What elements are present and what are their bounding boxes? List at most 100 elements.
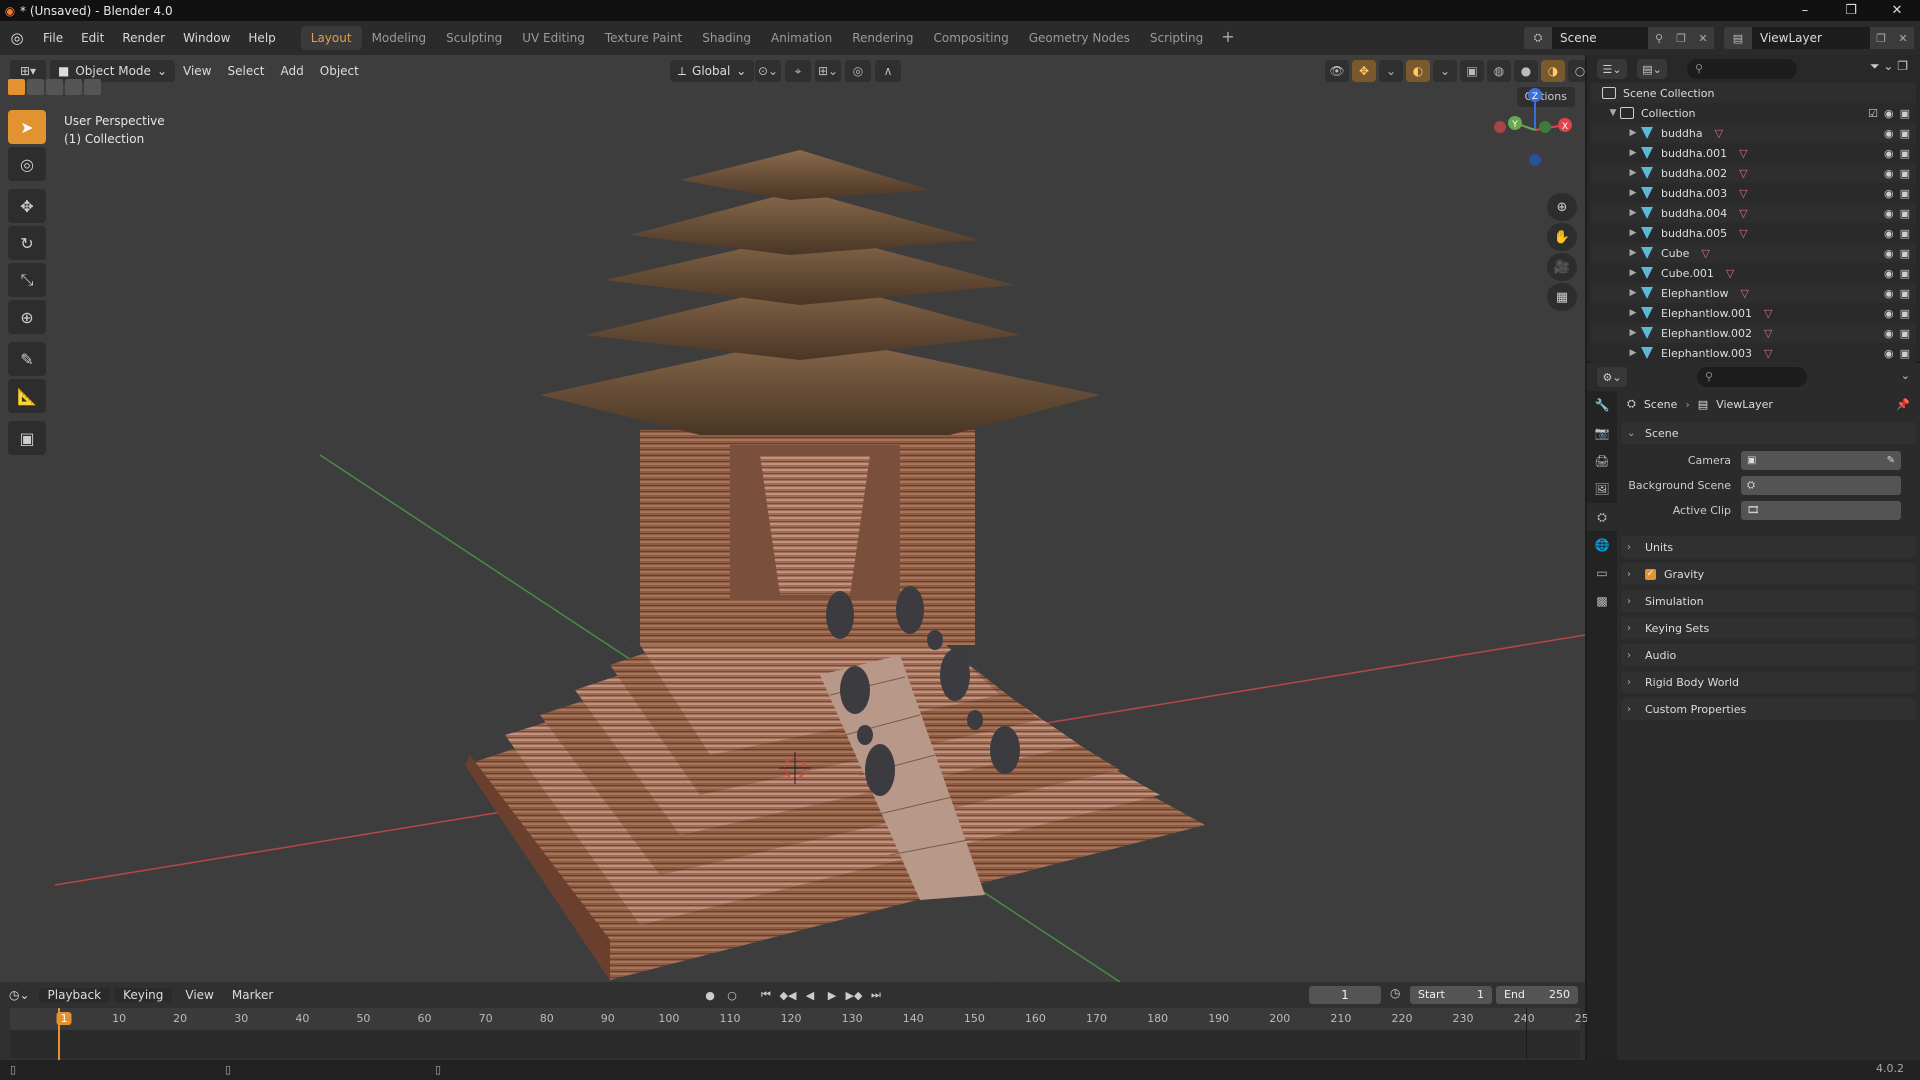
ortho-toggle-icon[interactable]: ▦: [1547, 283, 1577, 311]
menu-edit[interactable]: Edit: [72, 31, 113, 45]
playhead[interactable]: [58, 1008, 60, 1060]
expand-arrow-icon[interactable]: ▶: [1627, 148, 1639, 158]
simulation-panel-header[interactable]: › Simulation: [1621, 590, 1916, 612]
tab-uv-editing[interactable]: UV Editing: [512, 26, 595, 50]
tab-animation[interactable]: Animation: [761, 26, 842, 50]
autokey-icon[interactable]: ○: [722, 986, 742, 1004]
blender-menu-icon[interactable]: ◎: [0, 29, 34, 47]
collection-tab-icon[interactable]: ▭: [1587, 559, 1617, 587]
outliner-object-row[interactable]: ▶ buddha.001 ▽ ◉ ▣: [1591, 143, 1916, 163]
snap-target-icon[interactable]: ⊞⌄: [815, 60, 841, 82]
render-tab-icon[interactable]: 📷: [1587, 419, 1617, 447]
texture-tab-icon[interactable]: ▩: [1587, 587, 1617, 615]
camera-render-icon[interactable]: ▣: [1900, 347, 1910, 360]
tab-scripting[interactable]: Scripting: [1140, 26, 1213, 50]
prev-keyframe-icon[interactable]: ◆◀: [778, 986, 798, 1004]
select-new-icon[interactable]: [8, 79, 25, 95]
timeline-menu-playback[interactable]: Playback: [38, 988, 111, 1002]
menu-render[interactable]: Render: [113, 31, 174, 45]
eye-icon[interactable]: ◉: [1884, 347, 1894, 360]
preview-range-icon[interactable]: ◷: [1390, 986, 1400, 1000]
play-icon[interactable]: ▶: [822, 986, 842, 1004]
tab-shading[interactable]: Shading: [692, 26, 761, 50]
tool-tab-icon[interactable]: 🔧: [1587, 391, 1617, 419]
eye-icon[interactable]: ◉: [1884, 327, 1894, 340]
zoom-icon[interactable]: ⊕: [1547, 193, 1577, 221]
scene-name-field[interactable]: Scene: [1552, 27, 1648, 49]
eye-icon[interactable]: ◉: [1884, 167, 1894, 180]
eye-icon[interactable]: ◉: [1884, 207, 1894, 220]
outliner-object-row[interactable]: ▶ Cube.001 ▽ ◉ ▣: [1591, 263, 1916, 283]
custom-properties-panel-header[interactable]: › Custom Properties: [1621, 698, 1916, 720]
pin-scene-icon[interactable]: ⚲: [1648, 27, 1670, 49]
frame-ruler[interactable]: 1 10 20 30 40 50 60 70 80 90 100 110 120 130 140 150 160…: [10, 1008, 1596, 1030]
gizmo-toggle-icon[interactable]: ✥: [1352, 60, 1376, 82]
audio-panel-header[interactable]: › Audio: [1621, 644, 1916, 666]
expand-arrow-icon[interactable]: ▶: [1627, 328, 1639, 338]
eye-icon[interactable]: ◉: [1884, 147, 1894, 160]
collapse-arrow-icon[interactable]: ▼: [1607, 108, 1619, 118]
outliner-object-row[interactable]: ▶ buddha.002 ▽ ◉ ▣: [1591, 163, 1916, 183]
expand-arrow-icon[interactable]: ▶: [1627, 168, 1639, 178]
transform-icon[interactable]: ⊕: [8, 300, 46, 334]
rendered-shading-icon[interactable]: ○: [1568, 60, 1585, 82]
outliner-editor-type-icon[interactable]: ☰⌄: [1597, 59, 1627, 79]
mesh-data-icon[interactable]: ▽: [1739, 187, 1747, 200]
overlay-dropdown-icon[interactable]: ⌄: [1433, 60, 1457, 82]
tab-texture-paint[interactable]: Texture Paint: [595, 26, 692, 50]
tab-modeling[interactable]: Modeling: [362, 26, 437, 50]
tab-layout[interactable]: Layout: [300, 26, 362, 50]
mesh-data-icon[interactable]: ▽: [1741, 287, 1749, 300]
eye-icon[interactable]: ◉: [1884, 107, 1894, 120]
select-extend-icon[interactable]: [27, 79, 44, 95]
scene-icon[interactable]: ⛭: [1524, 27, 1552, 49]
timeline-menu-view[interactable]: View: [176, 988, 222, 1002]
outliner-object-row[interactable]: ▶ Elephantlow.002 ▽ ◉ ▣: [1591, 323, 1916, 343]
gravity-checkbox[interactable]: ✓: [1645, 568, 1656, 580]
filter-icon[interactable]: ⏷ ⌄ ❐: [1870, 59, 1908, 74]
camera-render-icon[interactable]: ▣: [1900, 247, 1910, 260]
material-shading-icon[interactable]: ◑: [1541, 60, 1565, 82]
viewport-menu-select[interactable]: Select: [219, 64, 272, 78]
close-button[interactable]: ✕: [1874, 0, 1920, 21]
output-tab-icon[interactable]: 🖨: [1587, 447, 1617, 475]
xray-icon[interactable]: ▣: [1460, 60, 1484, 82]
menu-file[interactable]: File: [34, 31, 72, 45]
viewport-menu-add[interactable]: Add: [273, 64, 312, 78]
timeline-track-area[interactable]: [10, 1030, 1580, 1058]
mesh-data-icon[interactable]: ▽: [1715, 127, 1723, 140]
units-panel-header[interactable]: › Units: [1621, 536, 1916, 558]
eye-icon[interactable]: ◉: [1884, 187, 1894, 200]
camera-view-icon[interactable]: 🎥: [1547, 253, 1577, 281]
eye-icon[interactable]: ◉: [1884, 227, 1894, 240]
new-view-layer-icon[interactable]: ❐: [1870, 27, 1892, 49]
camera-render-icon[interactable]: ▣: [1900, 307, 1910, 320]
delete-scene-icon[interactable]: ✕: [1692, 27, 1714, 49]
camera-render-icon[interactable]: ▣: [1900, 167, 1910, 180]
gizmo-dropdown-icon[interactable]: ⌄: [1379, 60, 1403, 82]
jump-end-icon[interactable]: ⏭: [866, 986, 886, 1004]
add-cube-icon[interactable]: ▣: [8, 421, 46, 455]
mesh-data-icon[interactable]: ▽: [1739, 207, 1747, 220]
gravity-panel-header[interactable]: › ✓ Gravity: [1621, 563, 1916, 585]
pin-icon[interactable]: 📌: [1896, 398, 1910, 411]
camera-render-icon[interactable]: ▣: [1900, 227, 1910, 240]
scene-tab-icon[interactable]: ⛭: [1587, 503, 1617, 531]
timeline-editor-type-icon[interactable]: ◷⌄: [0, 988, 39, 1002]
expand-arrow-icon[interactable]: ▶: [1627, 228, 1639, 238]
expand-arrow-icon[interactable]: ▶: [1627, 268, 1639, 278]
expand-arrow-icon[interactable]: ▶: [1627, 208, 1639, 218]
expand-arrow-icon[interactable]: ▶: [1627, 128, 1639, 138]
outliner-object-row[interactable]: ▶ buddha.004 ▽ ◉ ▣: [1591, 203, 1916, 223]
options-chevron-icon[interactable]: ⌄: [1901, 369, 1910, 382]
outliner-object-row[interactable]: ▶ Elephantlow ▽ ◉ ▣: [1591, 283, 1916, 303]
scale-icon[interactable]: ⤡: [8, 263, 46, 297]
visibility-icon[interactable]: 👁: [1325, 60, 1349, 82]
view-layer-icon[interactable]: ▤: [1724, 27, 1752, 49]
view-layer-tab-icon[interactable]: 🖼: [1587, 475, 1617, 503]
jump-start-icon[interactable]: ⏮: [756, 986, 776, 1004]
3d-viewport[interactable]: ⊞▾ ■ Object Mode ⌄ View Select Add Objec…: [0, 55, 1585, 982]
camera-render-icon[interactable]: ▣: [1900, 187, 1910, 200]
menu-help[interactable]: Help: [239, 31, 284, 45]
move-icon[interactable]: ✥: [8, 189, 46, 223]
